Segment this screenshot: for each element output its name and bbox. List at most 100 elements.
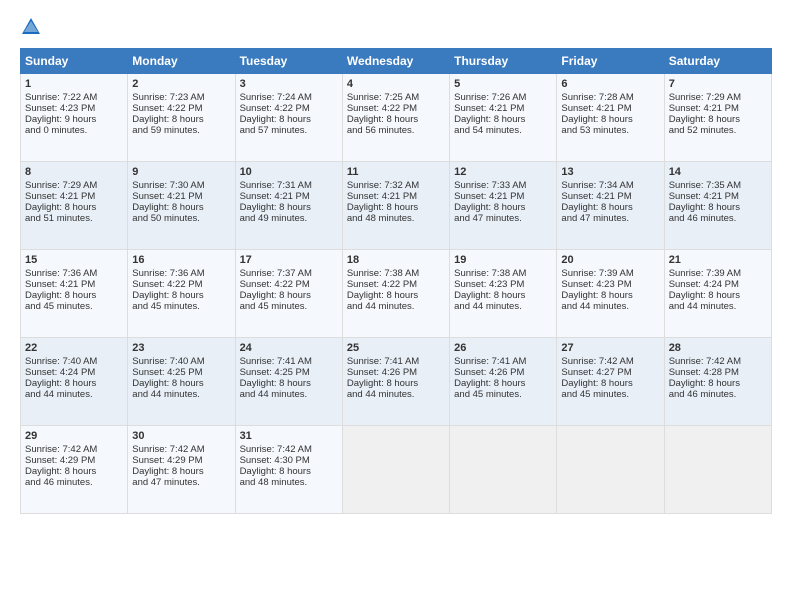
day-number: 20 bbox=[561, 254, 659, 266]
calendar-day-cell: 22 Sunrise: 7:40 AMSunset: 4:24 PMDayligh… bbox=[21, 338, 128, 426]
day-info-line: Sunset: 4:21 PM bbox=[132, 191, 230, 202]
day-info-line: and 44 minutes. bbox=[347, 389, 445, 400]
day-info-line: Daylight: 8 hours bbox=[454, 290, 552, 301]
day-info-line: Sunset: 4:23 PM bbox=[454, 279, 552, 290]
day-info-line: Daylight: 8 hours bbox=[25, 290, 123, 301]
calendar-day-cell: 11Sunrise: 7:32 AMSunset: 4:21 PMDayligh… bbox=[342, 162, 449, 250]
day-info-line: Sunset: 4:29 PM bbox=[132, 455, 230, 466]
day-info-line: Daylight: 8 hours bbox=[561, 290, 659, 301]
calendar-body: 1Sunrise: 7:22 AMSunset: 4:23 PMDaylight… bbox=[21, 74, 772, 514]
day-info-line: Daylight: 8 hours bbox=[347, 378, 445, 389]
day-number: 7 bbox=[669, 78, 767, 90]
day-info-line: Sunset: 4:24 PM bbox=[25, 367, 123, 378]
day-info-line: Sunrise: 7:41 AM bbox=[240, 356, 338, 367]
day-number: 19 bbox=[454, 254, 552, 266]
day-number: 13 bbox=[561, 166, 659, 178]
day-info-line: Daylight: 8 hours bbox=[25, 202, 123, 213]
day-info-line: Sunrise: 7:37 AM bbox=[240, 268, 338, 279]
day-info-line: Sunrise: 7:28 AM bbox=[561, 92, 659, 103]
day-info-line: Sunset: 4:21 PM bbox=[561, 191, 659, 202]
calendar-day-cell: 7 Sunrise: 7:29 AMSunset: 4:21 PMDaylight… bbox=[664, 74, 771, 162]
day-info-line: Sunrise: 7:25 AM bbox=[347, 92, 445, 103]
calendar-day-cell: 19Sunrise: 7:38 AMSunset: 4:23 PMDayligh… bbox=[450, 250, 557, 338]
day-number: 31 bbox=[240, 430, 338, 442]
page-header bbox=[20, 16, 772, 38]
day-number: 1 bbox=[25, 78, 123, 90]
day-info-line: and 48 minutes. bbox=[240, 477, 338, 488]
day-number: 18 bbox=[347, 254, 445, 266]
weekday-header: Thursday bbox=[450, 49, 557, 74]
calendar-day-cell: 28Sunrise: 7:42 AMSunset: 4:28 PMDayligh… bbox=[664, 338, 771, 426]
day-info-line: Daylight: 8 hours bbox=[25, 378, 123, 389]
day-info-line: Daylight: 8 hours bbox=[669, 202, 767, 213]
day-info-line: and 44 minutes. bbox=[561, 301, 659, 312]
day-info-line: and 0 minutes. bbox=[25, 125, 123, 136]
day-info-line: Sunrise: 7:29 AM bbox=[669, 92, 767, 103]
day-info-line: and 52 minutes. bbox=[669, 125, 767, 136]
day-info-line: Sunrise: 7:30 AM bbox=[132, 180, 230, 191]
calendar-day-cell: 9Sunrise: 7:30 AMSunset: 4:21 PMDaylight… bbox=[128, 162, 235, 250]
day-info-line: Sunrise: 7:23 AM bbox=[132, 92, 230, 103]
day-info-line: and 45 minutes. bbox=[561, 389, 659, 400]
day-number: 5 bbox=[454, 78, 552, 90]
day-number: 24 bbox=[240, 342, 338, 354]
day-info-line: and 50 minutes. bbox=[132, 213, 230, 224]
day-info-line: Sunset: 4:21 PM bbox=[669, 103, 767, 114]
calendar-day-cell: 23Sunrise: 7:40 AMSunset: 4:25 PMDayligh… bbox=[128, 338, 235, 426]
day-info-line: and 46 minutes. bbox=[25, 477, 123, 488]
day-info-line: and 47 minutes. bbox=[454, 213, 552, 224]
day-info-line: and 45 minutes. bbox=[454, 389, 552, 400]
calendar-day-cell: 25Sunrise: 7:41 AMSunset: 4:26 PMDayligh… bbox=[342, 338, 449, 426]
day-number: 9 bbox=[132, 166, 230, 178]
day-info-line: Sunset: 4:22 PM bbox=[240, 103, 338, 114]
day-info-line: Daylight: 8 hours bbox=[669, 114, 767, 125]
day-number: 17 bbox=[240, 254, 338, 266]
day-number: 22 bbox=[25, 342, 123, 354]
day-info-line: Daylight: 8 hours bbox=[132, 114, 230, 125]
day-info-line: Sunrise: 7:40 AM bbox=[25, 356, 123, 367]
logo-icon bbox=[20, 16, 42, 38]
calendar-day-cell: 26Sunrise: 7:41 AMSunset: 4:26 PMDayligh… bbox=[450, 338, 557, 426]
day-info-line: Daylight: 8 hours bbox=[132, 466, 230, 477]
day-number: 15 bbox=[25, 254, 123, 266]
day-info-line: and 45 minutes. bbox=[132, 301, 230, 312]
day-number: 10 bbox=[240, 166, 338, 178]
calendar-day-cell: 4Sunrise: 7:25 AMSunset: 4:22 PMDaylight… bbox=[342, 74, 449, 162]
day-info-line: and 54 minutes. bbox=[454, 125, 552, 136]
weekday-header: Friday bbox=[557, 49, 664, 74]
day-info-line: Sunrise: 7:39 AM bbox=[561, 268, 659, 279]
day-info-line: Daylight: 8 hours bbox=[561, 114, 659, 125]
day-info-line: Daylight: 9 hours bbox=[25, 114, 123, 125]
day-info-line: Sunset: 4:21 PM bbox=[240, 191, 338, 202]
day-info-line: Sunrise: 7:32 AM bbox=[347, 180, 445, 191]
day-info-line: and 49 minutes. bbox=[240, 213, 338, 224]
calendar-day-cell: 2Sunrise: 7:23 AMSunset: 4:22 PMDaylight… bbox=[128, 74, 235, 162]
day-info-line: and 45 minutes. bbox=[25, 301, 123, 312]
day-info-line: Daylight: 8 hours bbox=[669, 290, 767, 301]
calendar-day-cell bbox=[664, 426, 771, 514]
calendar-day-cell: 16Sunrise: 7:36 AMSunset: 4:22 PMDayligh… bbox=[128, 250, 235, 338]
day-info-line: Sunrise: 7:38 AM bbox=[347, 268, 445, 279]
day-info-line: Sunset: 4:28 PM bbox=[669, 367, 767, 378]
calendar-day-cell: 6Sunrise: 7:28 AMSunset: 4:21 PMDaylight… bbox=[557, 74, 664, 162]
day-info-line: Sunset: 4:21 PM bbox=[454, 103, 552, 114]
day-number: 12 bbox=[454, 166, 552, 178]
day-info-line: Daylight: 8 hours bbox=[240, 466, 338, 477]
day-info-line: Sunset: 4:22 PM bbox=[240, 279, 338, 290]
day-info-line: and 45 minutes. bbox=[240, 301, 338, 312]
weekday-header: Wednesday bbox=[342, 49, 449, 74]
day-info-line: Sunrise: 7:39 AM bbox=[669, 268, 767, 279]
day-info-line: and 46 minutes. bbox=[669, 389, 767, 400]
day-info-line: Sunset: 4:21 PM bbox=[561, 103, 659, 114]
calendar-day-cell: 29Sunrise: 7:42 AMSunset: 4:29 PMDayligh… bbox=[21, 426, 128, 514]
day-info-line: Sunset: 4:29 PM bbox=[25, 455, 123, 466]
day-info-line: Daylight: 8 hours bbox=[561, 202, 659, 213]
day-number: 4 bbox=[347, 78, 445, 90]
day-number: 30 bbox=[132, 430, 230, 442]
day-info-line: Sunset: 4:21 PM bbox=[669, 191, 767, 202]
day-info-line: and 47 minutes. bbox=[132, 477, 230, 488]
day-info-line: Sunset: 4:24 PM bbox=[669, 279, 767, 290]
day-info-line: Sunset: 4:21 PM bbox=[25, 279, 123, 290]
day-info-line: Sunrise: 7:42 AM bbox=[132, 444, 230, 455]
day-info-line: Sunset: 4:30 PM bbox=[240, 455, 338, 466]
